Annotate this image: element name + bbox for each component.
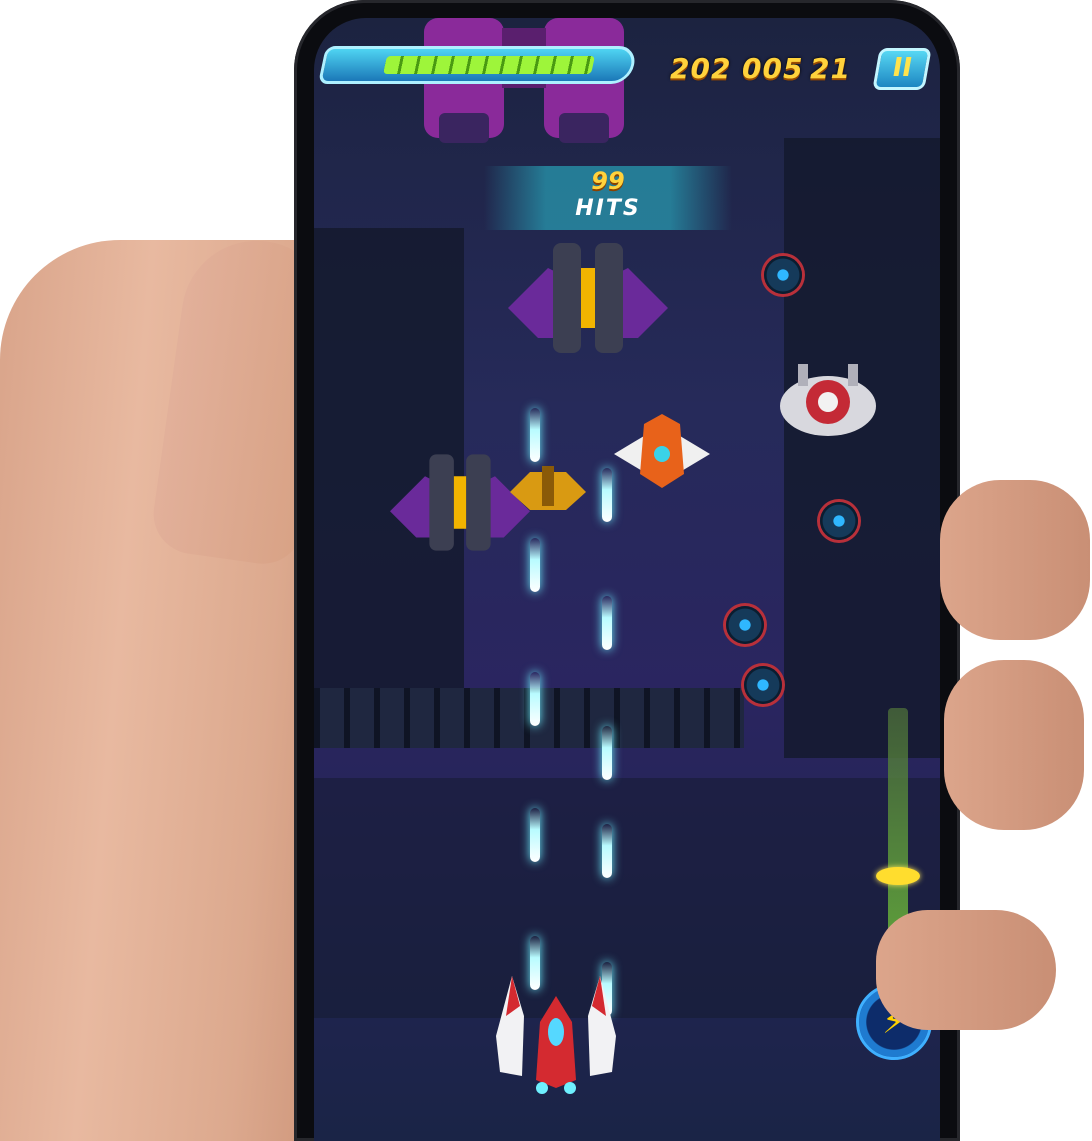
combo-label: HITS bbox=[575, 196, 641, 221]
player-laser bbox=[602, 824, 612, 878]
pause-button[interactable]: II bbox=[872, 48, 932, 90]
hand-finger bbox=[876, 910, 1056, 1030]
background-scaffold-bottom bbox=[314, 778, 940, 1018]
spike-mine-2 bbox=[820, 502, 858, 540]
game-screen[interactable]: 202 005 21 II 99 HITS ⚡ bbox=[314, 18, 940, 1141]
enemy-purple-ship-upper bbox=[508, 243, 668, 353]
player-laser bbox=[602, 468, 612, 522]
enemy-purple-ship-left bbox=[390, 454, 530, 551]
spike-mine-3 bbox=[726, 606, 764, 644]
background-bridge bbox=[314, 688, 744, 748]
health-bar bbox=[317, 46, 639, 84]
hand-finger bbox=[940, 480, 1090, 640]
score-part-1: 202 bbox=[670, 52, 732, 85]
health-bar-fill bbox=[383, 56, 595, 74]
player-laser bbox=[602, 596, 612, 650]
player-laser bbox=[530, 538, 540, 592]
boss-ship bbox=[424, 18, 624, 143]
power-slider-track[interactable] bbox=[888, 708, 908, 948]
enemy-white-saucer bbox=[780, 364, 876, 436]
score-part-3: 21 bbox=[810, 52, 851, 85]
player-ship[interactable] bbox=[492, 976, 620, 1096]
combo-banner: 99 HITS bbox=[484, 166, 732, 230]
power-slider-knob[interactable] bbox=[876, 867, 920, 885]
player-laser bbox=[530, 672, 540, 726]
spike-mine-4 bbox=[744, 666, 782, 704]
spike-mine-1 bbox=[764, 256, 802, 294]
player-laser bbox=[602, 726, 612, 780]
hand-finger bbox=[944, 660, 1084, 830]
player-laser bbox=[530, 408, 540, 462]
combo-count: 99 bbox=[591, 167, 625, 195]
enemy-yellow-ship bbox=[510, 466, 586, 510]
player-laser bbox=[530, 808, 540, 862]
enemy-orange-ship bbox=[614, 414, 710, 488]
score-part-2: 005 bbox=[742, 52, 804, 85]
